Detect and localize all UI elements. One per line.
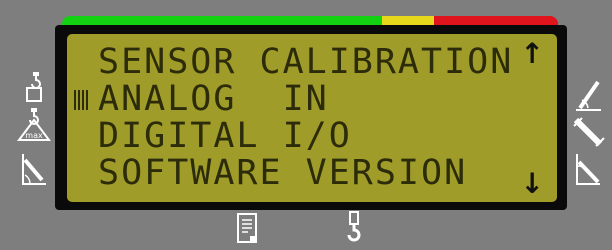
document-icon[interactable] bbox=[235, 212, 259, 244]
lcd-screen: SENSOR CALIBRATION ANALOG IN DIGITAL I/O… bbox=[67, 34, 557, 202]
boom-telescope-icon[interactable] bbox=[572, 114, 606, 148]
menu-item-label: SENSOR CALIBRATION bbox=[98, 42, 514, 82]
selection-cursor-icon bbox=[74, 90, 90, 110]
max-label: max bbox=[25, 131, 43, 140]
menu-item-label: ANALOG IN bbox=[98, 79, 329, 119]
menu-item-sensor-calibration[interactable]: SENSOR CALIBRATION bbox=[98, 44, 513, 81]
crane-hook-icon[interactable] bbox=[343, 210, 365, 244]
menu-item-label: SOFTWARE VERSION bbox=[98, 153, 468, 193]
boom-lower-icon[interactable] bbox=[574, 78, 602, 112]
menu-item-digital-io[interactable]: DIGITAL I/O bbox=[98, 118, 513, 155]
max-load-icon[interactable]: max bbox=[17, 106, 51, 142]
menu-item-label: DIGITAL I/O bbox=[98, 116, 352, 156]
control-panel: SENSOR CALIBRATION ANALOG IN DIGITAL I/O… bbox=[0, 0, 612, 250]
menu-list: SENSOR CALIBRATION ANALOG IN DIGITAL I/O… bbox=[74, 44, 513, 192]
boom-angle-icon[interactable] bbox=[20, 152, 48, 186]
scroll-up-arrow-icon[interactable]: ↑ bbox=[521, 40, 544, 68]
menu-item-analog-in[interactable]: ANALOG IN bbox=[74, 79, 513, 119]
menu-item-software-version[interactable]: SOFTWARE VERSION bbox=[98, 155, 513, 192]
hook-load-icon[interactable] bbox=[20, 70, 48, 104]
scroll-down-arrow-icon[interactable]: ↓ bbox=[521, 170, 544, 198]
boom-raise-icon[interactable] bbox=[574, 152, 602, 186]
